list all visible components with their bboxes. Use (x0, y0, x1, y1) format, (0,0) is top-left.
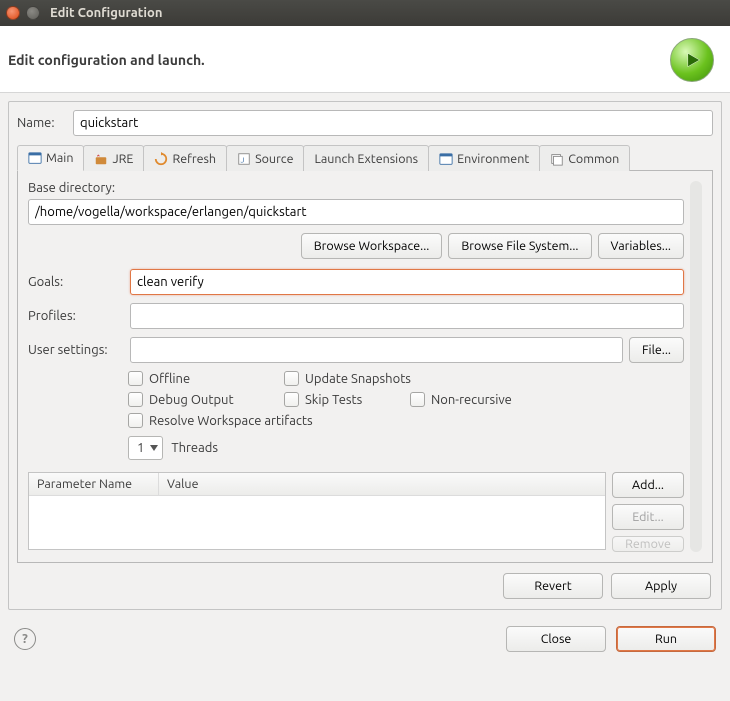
svg-text:J: J (241, 156, 245, 164)
apply-button[interactable]: Apply (611, 573, 711, 599)
source-tab-icon: J (237, 152, 251, 166)
minimize-window-button[interactable] (26, 6, 40, 20)
browse-filesystem-button[interactable]: Browse File System... (448, 233, 591, 259)
threads-spinner[interactable]: 1 (128, 436, 163, 460)
revert-button[interactable]: Revert (503, 573, 603, 599)
close-button[interactable]: Close (506, 626, 606, 652)
base-dir-label: Base directory: (28, 181, 684, 195)
tab-launch-ext-label: Launch Extensions (314, 152, 418, 166)
chevron-down-icon (150, 445, 158, 451)
tab-jre[interactable]: JRE (83, 145, 144, 171)
user-settings-input[interactable] (130, 337, 623, 363)
profiles-input[interactable] (130, 303, 684, 329)
threads-value: 1 (137, 441, 144, 455)
edit-parameter-button: Edit... (612, 504, 684, 530)
tab-jre-label: JRE (112, 152, 133, 166)
tab-refresh[interactable]: Refresh (143, 145, 227, 171)
dialog-footer: ? Close Run (0, 618, 730, 666)
tab-environment-label: Environment (457, 152, 529, 166)
non-recursive-label: Non-recursive (431, 393, 512, 407)
resolve-workspace-label: Resolve Workspace artifacts (149, 414, 313, 428)
threads-label: Threads (171, 441, 218, 455)
dialog-title: Edit configuration and launch. (8, 52, 670, 68)
debug-output-checkbox[interactable] (128, 392, 143, 407)
refresh-tab-icon (154, 152, 168, 166)
run-icon (670, 38, 714, 82)
offline-checkbox[interactable] (128, 371, 143, 386)
goals-input[interactable] (130, 269, 684, 295)
debug-output-label: Debug Output (149, 393, 234, 407)
tab-launch-extensions[interactable]: Launch Extensions (303, 145, 429, 171)
variables-button[interactable]: Variables... (598, 233, 685, 259)
tab-refresh-label: Refresh (172, 152, 216, 166)
table-header: Parameter Name Value (29, 473, 605, 496)
user-settings-label: User settings: (28, 343, 122, 357)
environment-tab-icon (439, 152, 453, 166)
goals-label: Goals: (28, 275, 122, 289)
skip-tests-label: Skip Tests (305, 393, 362, 407)
update-snapshots-checkbox[interactable] (284, 371, 299, 386)
tab-source-label: Source (255, 152, 293, 166)
name-label: Name: (17, 116, 65, 130)
tab-main[interactable]: Main (17, 145, 84, 171)
update-snapshots-label: Update Snapshots (305, 372, 411, 386)
add-parameter-button[interactable]: Add... (612, 472, 684, 498)
dialog-header: Edit configuration and launch. (0, 26, 730, 93)
name-input[interactable] (73, 110, 713, 136)
vertical-scrollbar[interactable] (690, 181, 702, 552)
main-tab-icon (28, 151, 42, 165)
non-recursive-checkbox[interactable] (410, 392, 425, 407)
tab-bar: Main JRE Refresh J Source Launch Extensi… (17, 144, 713, 171)
tab-common-label: Common (568, 152, 619, 166)
offline-label: Offline (149, 372, 190, 386)
user-settings-file-button[interactable]: File... (629, 337, 684, 363)
parameters-table[interactable]: Parameter Name Value (28, 472, 606, 550)
skip-tests-checkbox[interactable] (284, 392, 299, 407)
resolve-workspace-checkbox[interactable] (128, 413, 143, 428)
window-title: Edit Configuration (50, 6, 162, 20)
browse-workspace-button[interactable]: Browse Workspace... (301, 233, 443, 259)
remove-parameter-button: Remove (612, 536, 684, 552)
col-value[interactable]: Value (159, 473, 605, 495)
tab-main-label: Main (46, 151, 73, 165)
close-window-button[interactable] (6, 6, 20, 20)
tab-content-main: Base directory: Browse Workspace... Brow… (17, 171, 713, 563)
run-button[interactable]: Run (616, 626, 716, 652)
common-tab-icon (550, 152, 564, 166)
tab-environment[interactable]: Environment (428, 145, 540, 171)
tab-source[interactable]: J Source (226, 145, 304, 171)
titlebar: Edit Configuration (0, 0, 730, 26)
profiles-label: Profiles: (28, 309, 122, 323)
help-icon[interactable]: ? (14, 628, 36, 650)
tab-common[interactable]: Common (539, 145, 630, 171)
jre-tab-icon (94, 152, 108, 166)
col-parameter-name[interactable]: Parameter Name (29, 473, 159, 495)
base-dir-input[interactable] (28, 199, 684, 225)
config-panel: Name: Main JRE Refresh J Source Launch E… (8, 101, 722, 610)
